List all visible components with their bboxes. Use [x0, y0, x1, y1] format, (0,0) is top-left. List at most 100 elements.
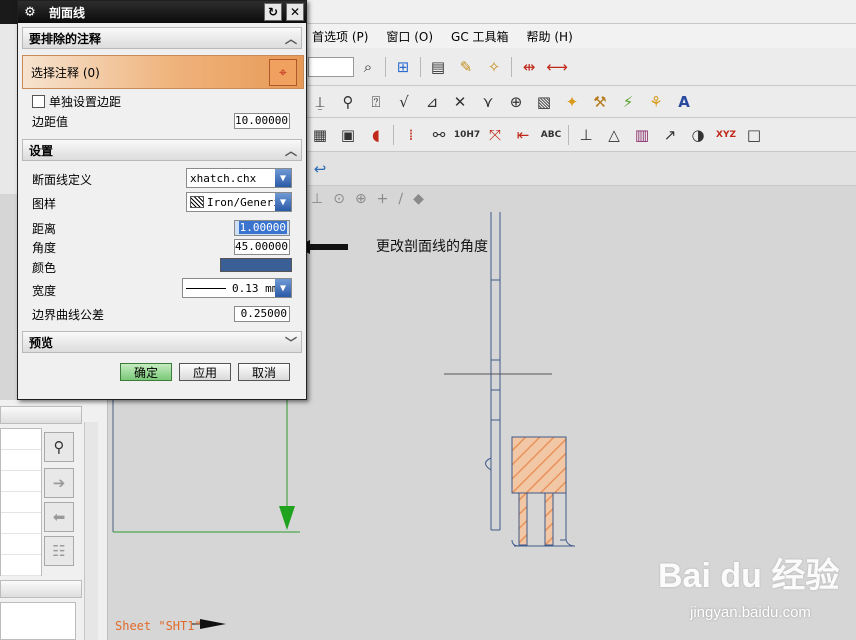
arc-tool-icon[interactable]: ◖	[364, 123, 388, 147]
tolerance-input[interactable]: 0.25000	[234, 306, 290, 322]
eraser-icon[interactable]: ✎	[454, 55, 478, 79]
list-settings-icon[interactable]: ☷	[44, 536, 74, 566]
select-annotation-row[interactable]: 选择注释 (0) ⌖	[22, 55, 304, 89]
section-settings-title: 设置	[29, 143, 54, 158]
sheet-arrow	[200, 619, 226, 629]
chevron-up-icon: ︿	[284, 144, 297, 158]
text-style-icon[interactable]: A	[672, 90, 696, 114]
green-arrow-down	[279, 506, 295, 530]
apply-button[interactable]: 应用	[179, 363, 231, 381]
surface-finish-icon[interactable]: √	[392, 90, 416, 114]
arrow-left-icon[interactable]: ⬅	[44, 502, 74, 532]
layer-icon[interactable]: ▤	[426, 55, 450, 79]
ruler-icon[interactable]: ⟷	[545, 55, 569, 79]
menu-gc-toolbox[interactable]: GC 工具箱	[451, 28, 509, 45]
dim-inline-icon[interactable]: ⇤	[511, 123, 535, 147]
center-mark-icon[interactable]: ⊕	[504, 90, 528, 114]
navigator-panel: ⚲ ➔ ⬅ ☷	[0, 400, 108, 640]
xyz-icon[interactable]: XYZ	[714, 123, 738, 147]
frame-tool-icon[interactable]: ▣	[336, 123, 360, 147]
hatch-def-label: 断面线定义	[32, 173, 93, 187]
weld-icon[interactable]: ⚡	[616, 90, 640, 114]
toolbar-standard: ⌕ ⊞ ▤ ✎ ✧ ⇹ ⟷	[306, 48, 856, 86]
navigator-header[interactable]	[0, 406, 82, 424]
hammer-icon[interactable]: ⚒	[588, 90, 612, 114]
snap-line-icon[interactable]: ∕	[398, 191, 403, 207]
reset-icon[interactable]: ↻	[264, 3, 282, 21]
table-icon[interactable]: ▥	[630, 123, 654, 147]
zoom-search-icon[interactable]: ⌕	[356, 55, 380, 79]
snap-center-icon[interactable]: ⊙	[333, 191, 345, 207]
angle-label: 角度	[32, 241, 57, 255]
snap-point-icon[interactable]: +	[377, 191, 389, 207]
binoculars-icon[interactable]: ⚯	[427, 123, 451, 147]
navigator-list-2[interactable]	[0, 602, 76, 640]
menu-help[interactable]: 帮助 (H)	[527, 28, 573, 45]
distance-input[interactable]: 1.00000	[234, 220, 290, 236]
sparkle-icon[interactable]: ✦	[560, 90, 584, 114]
margin-input[interactable]: 10.00000	[234, 113, 290, 129]
abc-icon[interactable]: ABC	[539, 123, 563, 147]
sheet-label: Sheet "SHT1"	[115, 619, 202, 633]
tolerance-icon[interactable]: 10H7	[454, 123, 480, 147]
zoom-icon[interactable]: ⚲	[336, 90, 360, 114]
text-marker-icon[interactable]: ⍊	[308, 90, 332, 114]
pattern-label: 图样	[32, 197, 57, 211]
pattern-select[interactable]: Iron/Generic ▼	[186, 192, 292, 212]
chevron-up-icon: ︿	[284, 32, 297, 46]
ok-button[interactable]: 确定	[120, 363, 172, 381]
search-field[interactable]	[308, 56, 354, 77]
color-swatch[interactable]	[220, 258, 292, 272]
center-icon[interactable]: ◑	[686, 123, 710, 147]
axis-icon[interactable]: ⊥	[574, 123, 598, 147]
angle-input[interactable]: 45.00000	[234, 239, 290, 255]
section-preview-header[interactable]: 预览 ﹀	[22, 331, 302, 353]
magnifier-icon[interactable]: ⚲	[44, 432, 74, 462]
fit-view-icon[interactable]: ⊞	[391, 55, 415, 79]
dialog-titlebar[interactable]: ⚙ 剖面线 ↻ ✕	[18, 1, 306, 23]
undo-icon[interactable]: ↩	[308, 157, 332, 181]
line-width-icon	[186, 287, 226, 289]
section-settings-header[interactable]: 设置 ︿	[22, 139, 302, 161]
weld-symbol-icon[interactable]: ⚘	[644, 90, 668, 114]
grid-dim-icon[interactable]: ⁞	[399, 123, 423, 147]
chevron-down-icon[interactable]: ▼	[275, 279, 291, 297]
toolbar-annotation: ⍊ ⚲ ⍰ √ ⊿ ✕ ⋎ ⊕ ▧ ✦ ⚒ ⚡ ⚘ A	[306, 86, 856, 118]
image-icon[interactable]: ▧	[532, 90, 556, 114]
snap-quadrant-icon[interactable]: ⊕	[355, 191, 367, 207]
balloon-icon[interactable]: ⍰	[364, 90, 388, 114]
intersection-icon[interactable]: ⋎	[476, 90, 500, 114]
snap-arrow-icon[interactable]: ⊥	[311, 191, 323, 207]
tolerance-label: 边界曲线公差	[32, 308, 105, 322]
snap-face-icon[interactable]: ◆	[413, 191, 424, 207]
blank-icon[interactable]: □	[742, 123, 766, 147]
triangle-icon[interactable]: △	[602, 123, 626, 147]
cross-icon[interactable]: ✕	[448, 90, 472, 114]
datum-icon[interactable]: ⊿	[420, 90, 444, 114]
chevron-down-icon[interactable]: ▼	[275, 169, 291, 187]
hatch-def-select[interactable]: xhatch.chx ▼	[186, 168, 292, 188]
chevron-down-icon: ﹀	[284, 336, 297, 350]
hatch-tool-icon[interactable]: ▦	[308, 123, 332, 147]
chevron-down-icon[interactable]: ▼	[275, 193, 291, 211]
close-icon[interactable]: ✕	[286, 3, 304, 21]
arrow-right-icon[interactable]: ➔	[44, 468, 74, 498]
section-exclude-header[interactable]: 要排除的注释 ︿	[22, 27, 302, 49]
dim-arrows-icon[interactable]: ⤧	[483, 123, 507, 147]
menu-preferences[interactable]: 首选项 (P)	[312, 28, 368, 45]
preferences-icon[interactable]: ✧	[482, 55, 506, 79]
gear-icon[interactable]: ⚙	[21, 3, 39, 21]
navigator-list[interactable]	[0, 428, 42, 576]
select-annotation-icon[interactable]: ⌖	[269, 59, 297, 86]
cancel-button[interactable]: 取消	[238, 363, 290, 381]
menu-window[interactable]: 窗口 (O)	[386, 28, 433, 45]
width-select[interactable]: 0.13 mm ▼	[182, 278, 292, 298]
snap-toolbar: ⊥ ⊙ ⊕ + ∕ ◆	[306, 186, 456, 212]
dimension-icon[interactable]: ⇹	[517, 55, 541, 79]
leader-icon[interactable]: ↗	[658, 123, 682, 147]
annotation-text: 更改剖面线的角度	[376, 239, 488, 255]
navigator-scrollbar[interactable]	[84, 422, 98, 640]
separate-margin-checkbox[interactable]	[32, 95, 45, 108]
separate-margin-row[interactable]: 单独设置边距	[32, 93, 121, 110]
navigator-header-2[interactable]	[0, 580, 82, 598]
